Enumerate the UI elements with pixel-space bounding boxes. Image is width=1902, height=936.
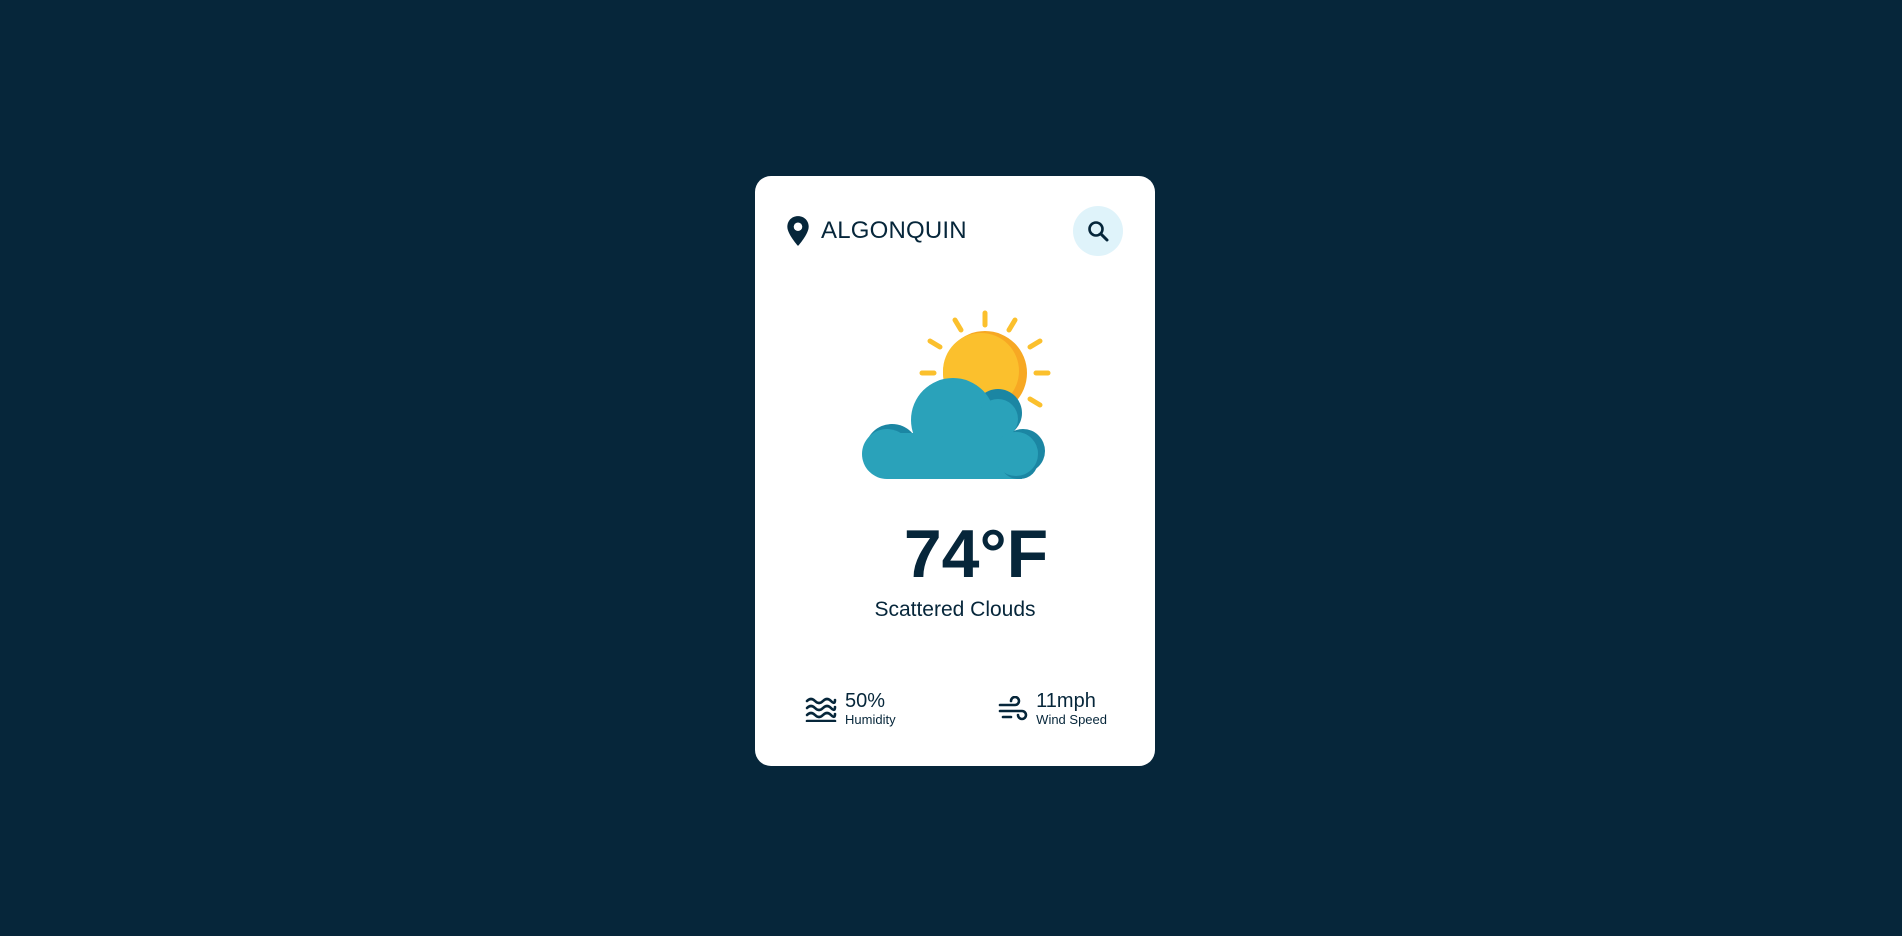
wind-value: 11mph <box>1036 690 1096 712</box>
wind-icon <box>998 696 1028 721</box>
search-icon <box>1088 221 1109 242</box>
weather-card: ALGONQUIN 74°F Scattered Clouds 50% Humi… <box>755 176 1155 766</box>
location: ALGONQUIN <box>785 215 967 247</box>
humidity-label: Humidity <box>845 712 896 727</box>
search-button[interactable] <box>1073 206 1123 256</box>
weather-condition: Scattered Clouds <box>874 598 1036 621</box>
wind-stat: 11mph Wind Speed <box>998 684 1107 734</box>
map-pin-icon <box>787 216 809 246</box>
wind-label: Wind Speed <box>1036 712 1107 727</box>
temperature: 74°F <box>903 516 1049 592</box>
humidity-stat: 50% Humidity <box>805 684 896 734</box>
partly-cloudy-icon <box>862 310 1051 479</box>
card-header: ALGONQUIN <box>785 206 1123 256</box>
weather-stats: 50% Humidity 11mph Wind Speed <box>805 684 1107 734</box>
humidity-waves-icon <box>805 697 837 722</box>
city-name: ALGONQUIN <box>821 217 967 244</box>
humidity-value: 50% <box>845 690 886 712</box>
